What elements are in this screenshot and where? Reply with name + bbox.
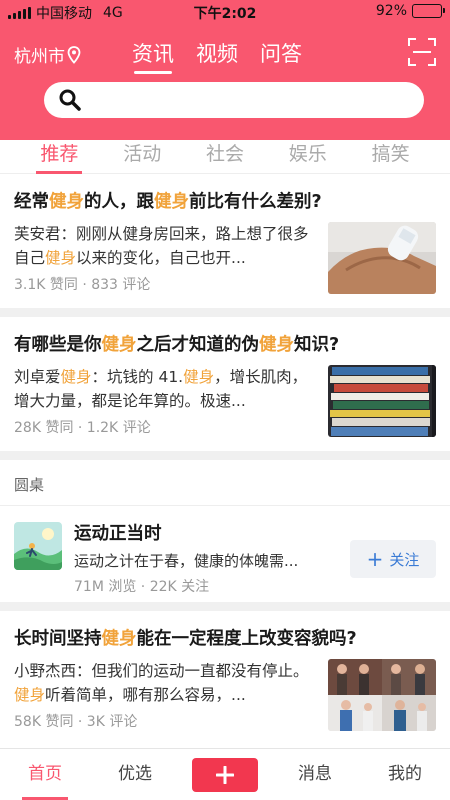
city-selector[interactable]: 杭州市 — [14, 42, 81, 67]
follow-label: 关注 — [389, 550, 420, 569]
feed: 经常健身的人，跟健身前比有什么差别? 芙安君：刚刚从健身房回来，路上想了很多自己… — [0, 174, 450, 745]
battery-icon — [412, 4, 445, 18]
status-bar: 中国移动 4G 下午2:02 92% — [0, 0, 450, 24]
article-meta: 28K 赞同 · 1.2K 评论 — [14, 420, 151, 436]
article-meta: 58K 赞同 · 3K 评论 — [14, 714, 138, 730]
bottom-nav: 首页 优选 消息 我的 — [0, 748, 450, 800]
top-nav-tabs: 资讯 视频 问答 — [132, 38, 302, 74]
category-tab-activity[interactable]: 活动 — [123, 140, 161, 174]
category-tab-entertainment[interactable]: 娱乐 — [289, 140, 327, 174]
tab-qa[interactable]: 问答 — [260, 38, 302, 74]
category-tab-funny[interactable]: 搞笑 — [372, 140, 410, 174]
bottom-nav-messages[interactable]: 消息 — [270, 749, 360, 800]
article-thumbnail — [328, 222, 436, 294]
article-thumbnail — [328, 365, 436, 437]
bottom-nav-home[interactable]: 首页 — [0, 749, 90, 800]
app-header: 杭州市 资讯 视频 问答 — [0, 24, 450, 140]
search-input[interactable] — [90, 82, 410, 118]
section-separator — [0, 308, 450, 317]
roundtable-title: 运动正当时 — [74, 524, 162, 544]
battery-percent: 92% — [375, 3, 407, 19]
article-title: 有哪些是你健身之后才知道的伪健身知识? — [14, 335, 340, 355]
tab-video[interactable]: 视频 — [196, 38, 238, 74]
add-button[interactable] — [192, 757, 258, 792]
scan-icon — [408, 38, 436, 66]
category-tabs: 推荐 活动 社会 娱乐 搞笑 — [0, 140, 450, 174]
tab-news[interactable]: 资讯 — [132, 38, 174, 74]
article-meta: 3.1K 赞同 · 833 评论 — [14, 277, 151, 293]
article-title: 经常健身的人，跟健身前比有什么差别? — [14, 192, 322, 212]
category-tab-society[interactable]: 社会 — [206, 140, 244, 174]
section-separator — [0, 451, 450, 460]
follow-button[interactable]: + 关注 — [350, 540, 436, 578]
plus-icon: + — [366, 547, 384, 571]
roundtable-description: 运动之计在于春，健康的体魄需... — [74, 552, 299, 570]
article-card[interactable]: 有哪些是你健身之后才知道的伪健身知识? 刘卓爱健身：坑钱的 41.健身，增长肌肉… — [0, 317, 450, 451]
roundtable-meta: 71M 浏览 · 22K 关注 — [74, 579, 210, 595]
search-bar[interactable] — [44, 82, 424, 118]
article-title: 长时间坚持健身能在一定程度上改变容貌吗? — [14, 629, 357, 649]
roundtable-thumbnail — [14, 522, 62, 570]
scan-button[interactable] — [408, 38, 436, 66]
search-icon — [59, 89, 81, 111]
article-excerpt: 小野杰西：但我们的运动一直都没有停止。健身听着简单，哪有那么容易，... — [14, 662, 309, 704]
article-card[interactable]: 经常健身的人，跟健身前比有什么差别? 芙安君：刚刚从健身房回来，路上想了很多自己… — [0, 174, 450, 308]
city-label: 杭州市 — [14, 47, 65, 67]
location-pin-icon — [67, 45, 81, 64]
category-tab-recommend[interactable]: 推荐 — [36, 140, 83, 174]
article-thumbnail — [328, 659, 436, 731]
bottom-nav-profile[interactable]: 我的 — [360, 749, 450, 800]
article-excerpt: 芙安君：刚刚从健身房回来，路上想了很多自己健身以来的变化，自己也开... — [14, 225, 309, 267]
roundtable-section: 圆桌 运动正当时 运动之计在于春，健康的体魄需... 71M 浏览 · 22K … — [0, 460, 450, 602]
article-excerpt: 刘卓爱健身：坑钱的 41.健身，增长肌肉，增大力量，都是论年算的。极速... — [14, 368, 308, 410]
roundtable-header: 圆桌 — [0, 460, 450, 506]
article-card[interactable]: 长时间坚持健身能在一定程度上改变容貌吗? 小野杰西：但我们的运动一直都没有停止。… — [0, 611, 450, 745]
bottom-nav-featured[interactable]: 优选 — [90, 749, 180, 800]
roundtable-card[interactable]: 运动正当时 运动之计在于春，健康的体魄需... 71M 浏览 · 22K 关注 … — [0, 506, 450, 602]
section-separator — [0, 602, 450, 611]
plus-icon — [216, 765, 234, 784]
